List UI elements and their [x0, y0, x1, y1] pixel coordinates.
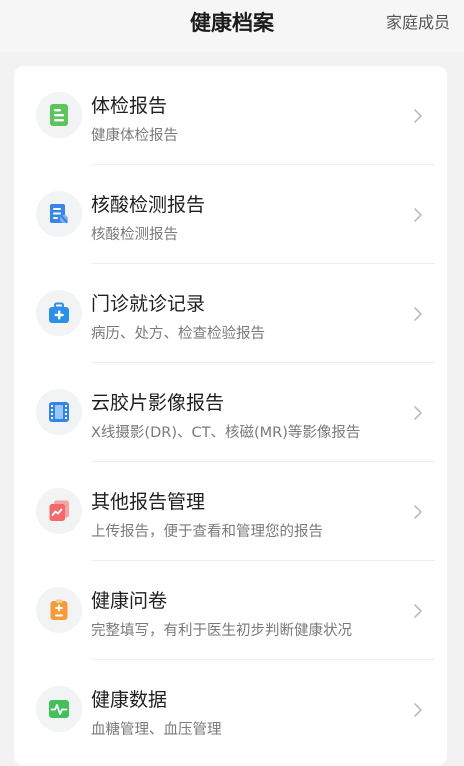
item-title: 健康数据 — [91, 689, 168, 711]
item-title: 门诊就诊记录 — [91, 293, 206, 315]
item-title: 健康问卷 — [91, 590, 168, 612]
top-bar: 健康档案 家庭成员 — [0, 0, 464, 52]
item-subtitle: 健康体检报告 — [91, 128, 178, 144]
item-subtitle: 病历、处方、检查检验报告 — [91, 326, 265, 342]
chevron-right-icon — [414, 109, 422, 123]
item-subtitle: 核酸检测报告 — [91, 227, 178, 243]
film-icon — [36, 389, 82, 435]
nucleic-test-icon — [36, 191, 82, 237]
item-subtitle: 血糖管理、血压管理 — [91, 722, 222, 738]
list-item-nucleic-test-report[interactable]: 核酸检测报告 核酸检测报告 — [14, 165, 447, 264]
chevron-right-icon — [414, 208, 422, 222]
chevron-right-icon — [414, 703, 422, 717]
chevron-right-icon — [414, 307, 422, 321]
questionnaire-icon — [36, 587, 82, 633]
family-members-link[interactable]: 家庭成员 — [386, 0, 450, 46]
chevron-right-icon — [414, 406, 422, 420]
report-stack-icon — [36, 488, 82, 534]
list-item-health-data[interactable]: 健康数据 血糖管理、血压管理 — [14, 660, 447, 759]
list-item-outpatient-records[interactable]: 门诊就诊记录 病历、处方、检查检验报告 — [14, 264, 447, 363]
records-list: 体检报告 健康体检报告 核酸检测报告 核酸检测报告 门诊就诊记录 病历、处方、检… — [14, 66, 447, 766]
chevron-right-icon — [414, 505, 422, 519]
item-title: 体检报告 — [91, 95, 168, 117]
item-subtitle: 完整填写，有利于医生初步判断健康状况 — [91, 623, 352, 639]
list-item-checkup-report[interactable]: 体检报告 健康体检报告 — [14, 66, 447, 165]
checkup-report-icon — [36, 92, 82, 138]
medical-kit-icon — [36, 290, 82, 336]
chevron-right-icon — [414, 604, 422, 618]
list-item-other-reports[interactable]: 其他报告管理 上传报告，便于查看和管理您的报告 — [14, 462, 447, 561]
item-title: 核酸检测报告 — [91, 194, 206, 216]
list-item-health-questionnaire[interactable]: 健康问卷 完整填写，有利于医生初步判断健康状况 — [14, 561, 447, 660]
item-title: 其他报告管理 — [91, 491, 206, 513]
list-item-cloud-film-report[interactable]: 云胶片影像报告 X线摄影(DR)、CT、核磁(MR)等影像报告 — [14, 363, 447, 462]
item-title: 云胶片影像报告 — [91, 392, 225, 414]
item-subtitle: 上传报告，便于查看和管理您的报告 — [91, 524, 323, 540]
item-subtitle: X线摄影(DR)、CT、核磁(MR)等影像报告 — [91, 425, 361, 441]
heart-rate-icon — [36, 686, 82, 732]
